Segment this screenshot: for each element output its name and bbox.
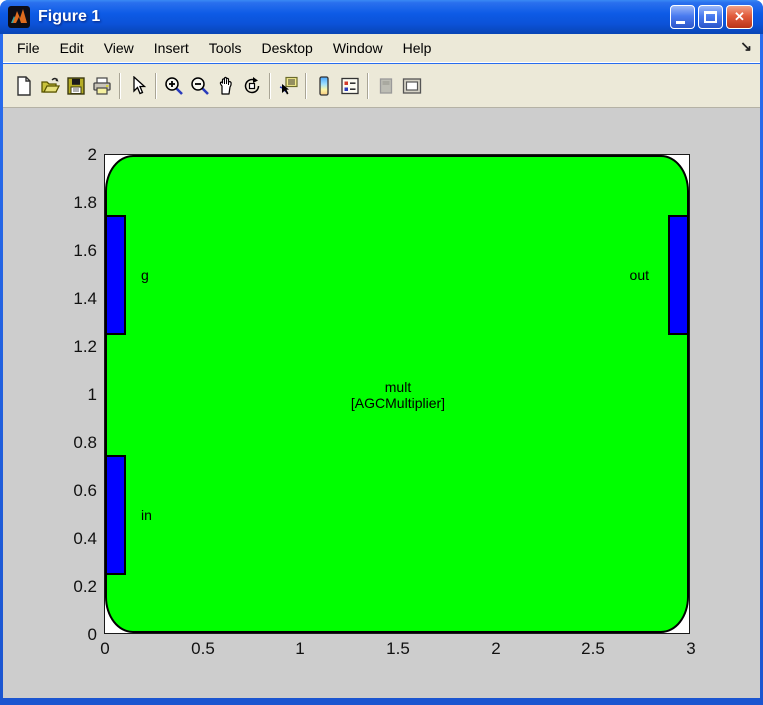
- y-tick-label: 0.2: [57, 578, 97, 596]
- maximize-icon: [704, 11, 717, 23]
- menu-help[interactable]: Help: [393, 36, 442, 60]
- show-plot-tools-dock-button[interactable]: [399, 72, 425, 100]
- print-button[interactable]: [89, 72, 115, 100]
- port-out: [668, 215, 689, 335]
- y-tick-label: 0.6: [57, 482, 97, 500]
- minimize-icon: [676, 21, 685, 24]
- zoom-out-icon: [190, 76, 210, 96]
- menu-view[interactable]: View: [94, 36, 144, 60]
- toolbar-separator: [155, 73, 157, 99]
- menu-overflow-arrow-icon[interactable]: ↘: [740, 38, 752, 55]
- figure-window: Figure 1 ✕ File Edit View Insert Tools D…: [0, 0, 763, 705]
- x-tick-label: 0: [77, 640, 133, 658]
- pointer-icon: [128, 76, 148, 96]
- print-icon: [92, 76, 112, 96]
- edit-plot-button[interactable]: [125, 72, 151, 100]
- x-tick-label: 2: [468, 640, 524, 658]
- x-tick-label: 0.5: [175, 640, 231, 658]
- y-tick-label: 0.8: [57, 434, 97, 452]
- minimize-button[interactable]: [670, 5, 695, 29]
- hide-plot-tools-button: [373, 72, 399, 100]
- x-tick-label: 1: [272, 640, 328, 658]
- menu-desktop[interactable]: Desktop: [251, 36, 322, 60]
- rotate-3d-icon: [242, 76, 262, 96]
- menu-edit[interactable]: Edit: [50, 36, 94, 60]
- y-tick-label: 1.4: [57, 290, 97, 308]
- legend-icon: [340, 76, 360, 96]
- port-g: [105, 215, 126, 335]
- save-icon: [66, 76, 86, 96]
- new-document-icon: [14, 76, 34, 96]
- figure-canvas: g in out mult [AGCMultiplier] 2 1.8 1.6 …: [3, 108, 760, 698]
- menu-file[interactable]: File: [7, 36, 50, 60]
- port-in-label: in: [141, 503, 152, 527]
- y-tick-label: 0.4: [57, 530, 97, 548]
- insert-legend-button[interactable]: [337, 72, 363, 100]
- menu-bar: File Edit View Insert Tools Desktop Wind…: [3, 34, 760, 63]
- save-button[interactable]: [63, 72, 89, 100]
- x-tick-label: 3: [663, 640, 719, 658]
- data-cursor-button[interactable]: [275, 72, 301, 100]
- port-g-label: g: [141, 263, 149, 287]
- pan-button[interactable]: [213, 72, 239, 100]
- maximize-button[interactable]: [698, 5, 723, 29]
- close-button[interactable]: ✕: [726, 5, 753, 29]
- toolbar-separator: [367, 73, 369, 99]
- port-out-label: out: [589, 263, 649, 287]
- y-tick-label: 1.6: [57, 242, 97, 260]
- block-label-line2: [AGCMultiplier]: [298, 395, 498, 411]
- pan-hand-icon: [216, 76, 236, 96]
- plot-axes: g in out mult [AGCMultiplier] 2 1.8 1.6 …: [104, 154, 690, 634]
- toolbar-separator: [305, 73, 307, 99]
- block-label-line1: mult: [298, 379, 498, 395]
- toolbar: [3, 64, 760, 108]
- open-file-button[interactable]: [37, 72, 63, 100]
- matlab-logo-icon: [8, 6, 30, 28]
- port-in: [105, 455, 126, 575]
- toolbar-separator: [119, 73, 121, 99]
- toolbar-separator: [269, 73, 271, 99]
- zoom-in-icon: [164, 76, 184, 96]
- close-icon: ✕: [734, 9, 745, 24]
- x-tick-label: 1.5: [370, 640, 426, 658]
- title-bar[interactable]: Figure 1 ✕: [0, 0, 763, 34]
- menu-tools[interactable]: Tools: [199, 36, 252, 60]
- colorbar-icon: [314, 76, 334, 96]
- y-tick-label: 1: [57, 386, 97, 404]
- x-tick-label: 2.5: [565, 640, 621, 658]
- block-label: mult [AGCMultiplier]: [298, 379, 498, 411]
- hide-plot-tools-icon: [376, 76, 396, 96]
- zoom-in-button[interactable]: [161, 72, 187, 100]
- y-tick-label: 1.8: [57, 194, 97, 212]
- menu-insert[interactable]: Insert: [144, 36, 199, 60]
- insert-colorbar-button[interactable]: [311, 72, 337, 100]
- menu-window[interactable]: Window: [323, 36, 393, 60]
- y-tick-label: 2: [57, 146, 97, 164]
- y-tick-label: 1.2: [57, 338, 97, 356]
- open-folder-icon: [40, 76, 60, 96]
- rotate-3d-button[interactable]: [239, 72, 265, 100]
- new-figure-button[interactable]: [11, 72, 37, 100]
- show-plot-tools-dock-icon: [402, 76, 422, 96]
- zoom-out-button[interactable]: [187, 72, 213, 100]
- data-cursor-icon: [278, 76, 298, 96]
- window-title: Figure 1: [38, 6, 100, 28]
